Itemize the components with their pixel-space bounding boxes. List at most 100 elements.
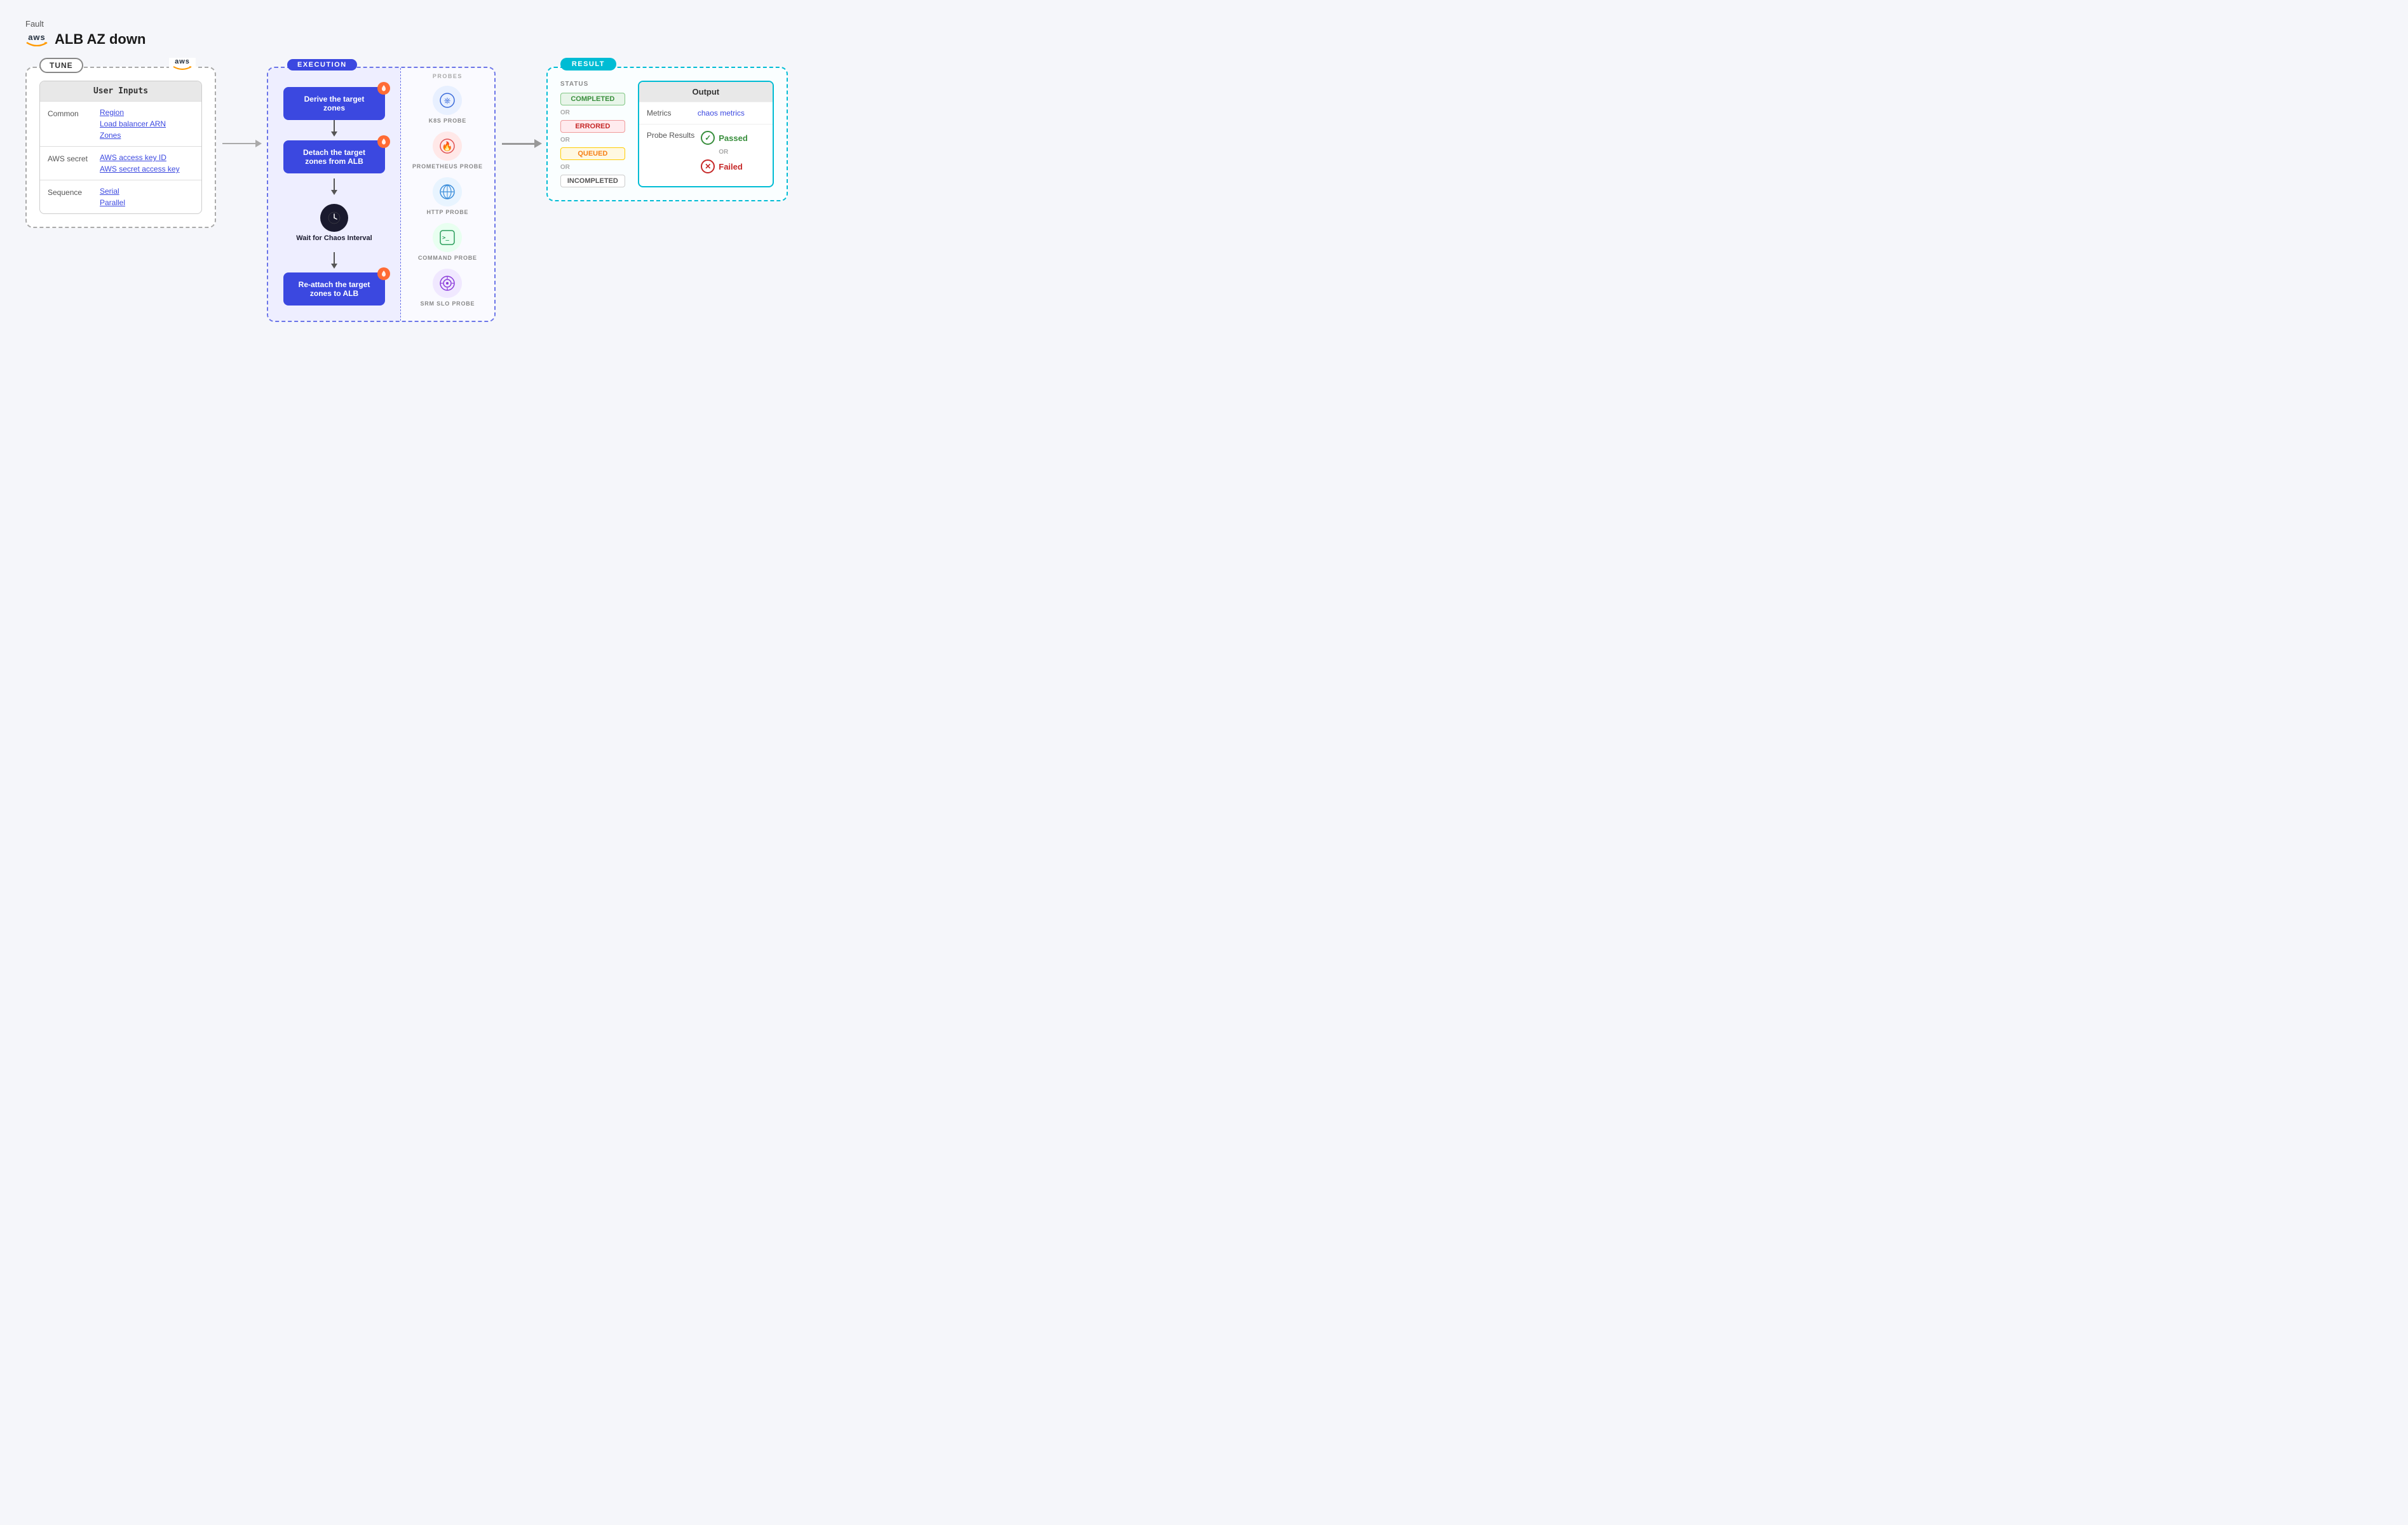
wait-clock-icon (320, 204, 348, 232)
srm-probe-icon (433, 269, 462, 298)
result-section: RESULT STATUS COMPLETED OR ERRORED OR QU… (546, 67, 788, 201)
field-serial[interactable]: Serial (100, 187, 125, 196)
result-output-col: Output Metrics chaos metrics Probe Resul… (638, 81, 774, 187)
result-status-col: STATUS COMPLETED OR ERRORED OR QUEUED OR… (560, 81, 625, 187)
field-access-key-id[interactable]: AWS access key ID (100, 153, 180, 162)
fault-label: Fault (25, 19, 2383, 29)
probe-k8s: ⎈ K8S PROBE (429, 86, 466, 124)
wait-step: Wait for Chaos Interval (296, 199, 372, 247)
command-icon: >_ (439, 229, 456, 246)
user-inputs-box: User Inputs Common Region Load balancer … (39, 81, 202, 214)
status-incompleted: INCOMPLETED (560, 175, 625, 187)
result-badge: RESULT (560, 58, 616, 71)
probes-section: PROBES ⎈ K8S PROBE (400, 68, 494, 321)
aws-secret-fields: AWS access key ID AWS secret access key (100, 153, 180, 173)
field-zones[interactable]: Zones (100, 131, 166, 140)
common-label: Common (48, 108, 92, 140)
probe-results-label: Probe Results (647, 131, 694, 140)
prometheus-probe-icon: 🔥 (433, 131, 462, 161)
tune-badge: TUNE (39, 58, 83, 73)
exec-step-detach-icon (377, 135, 390, 148)
probe-or: OR (701, 149, 748, 156)
output-metrics-row: Metrics chaos metrics (639, 102, 773, 124)
diagram: TUNE aws User Inputs Common Region Load … (25, 67, 2383, 322)
field-secret-access-key[interactable]: AWS secret access key (100, 165, 180, 173)
flame-icon (380, 84, 388, 92)
aws-text: aws (28, 33, 46, 41)
sequence-fields: Serial Parallel (100, 187, 125, 207)
execution-probes-inner: Derive the target zones Detach the targe… (268, 68, 494, 321)
probe-results-col: ✓ Passed OR ✕ Failed (701, 131, 748, 173)
svg-text:⎈: ⎈ (444, 95, 451, 105)
probe-failed-label: Failed (719, 162, 743, 171)
aws-logo: aws (25, 33, 48, 46)
tune-aws-smile (173, 65, 192, 70)
arrow-to-result (496, 143, 546, 145)
command-probe-label: COMMAND PROBE (418, 255, 477, 261)
svg-text:>_: >_ (442, 235, 449, 241)
execution-steps: Derive the target zones Detach the targe… (268, 68, 400, 321)
probe-srm-slo: SRM SLO PROBE (420, 269, 475, 307)
svg-text:🔥: 🔥 (442, 141, 453, 152)
field-load-balancer-arn[interactable]: Load balancer ARN (100, 119, 166, 128)
kubernetes-icon: ⎈ (439, 92, 456, 109)
srm-icon (439, 275, 456, 292)
common-fields: Region Load balancer ARN Zones (100, 108, 166, 140)
aws-secret-label: AWS secret (48, 153, 92, 173)
user-inputs-header: User Inputs (40, 81, 201, 101)
k8s-probe-label: K8S PROBE (429, 118, 466, 124)
output-probe-results-row: Probe Results ✓ Passed OR ✕ Failed (639, 124, 773, 180)
input-group-sequence: Sequence Serial Parallel (40, 180, 201, 213)
exec-step-derive: Derive the target zones (283, 87, 385, 120)
output-header: Output (639, 82, 773, 102)
metrics-value[interactable]: chaos metrics (698, 109, 745, 118)
x-icon: ✕ (701, 159, 715, 173)
http-probe-icon (433, 177, 462, 206)
big-arrow-line (502, 143, 540, 145)
http-probe-label: HTTP PROBE (426, 209, 468, 215)
exec-step-detach-label: Detach the target zones from ALB (303, 148, 365, 166)
status-queued: QUEUED (560, 147, 625, 160)
arrow-wait-to-step3 (334, 252, 335, 267)
wait-label: Wait for Chaos Interval (296, 234, 372, 242)
srm-probe-label: SRM SLO PROBE (420, 300, 475, 307)
probe-passed-item: ✓ Passed (701, 131, 748, 145)
status-errored: ERRORED (560, 120, 625, 133)
tune-aws-logo: aws (169, 58, 196, 70)
execution-probes-wrapper: EXECUTION Derive the target zones (267, 67, 496, 322)
prometheus-probe-label: PROMETHEUS PROBE (412, 163, 483, 170)
probes-label: PROBES (433, 73, 463, 79)
page-header: Fault aws ALB AZ down (25, 19, 2383, 48)
probe-command: >_ COMMAND PROBE (418, 223, 477, 261)
probe-prometheus: 🔥 PROMETHEUS PROBE (412, 131, 483, 170)
exec-step-derive-icon (377, 82, 390, 95)
probe-http: HTTP PROBE (426, 177, 468, 215)
tune-section: TUNE aws User Inputs Common Region Load … (25, 67, 216, 228)
clock-icon (327, 210, 342, 225)
http-icon (439, 184, 456, 200)
field-region[interactable]: Region (100, 108, 166, 117)
exec-step-reattach: Re-attach the target zones to ALB (283, 272, 385, 306)
tune-aws-text: aws (175, 58, 190, 65)
probe-passed-label: Passed (719, 133, 748, 143)
exec-step-detach: Detach the target zones from ALB (283, 140, 385, 173)
execution-badge: EXECUTION (287, 59, 357, 71)
check-icon: ✓ (701, 131, 715, 145)
flame-icon-2 (380, 138, 388, 145)
arrow-tune-to-execution (216, 143, 267, 144)
prometheus-icon: 🔥 (439, 138, 456, 154)
metrics-label: Metrics (647, 109, 691, 118)
input-group-aws-secret: AWS secret AWS access key ID AWS secret … (40, 146, 201, 180)
field-parallel[interactable]: Parallel (100, 198, 125, 207)
or-3: OR (560, 164, 625, 171)
flame-icon-3 (380, 270, 388, 278)
input-group-common: Common Region Load balancer ARN Zones (40, 101, 201, 146)
probe-failed-item: ✕ Failed (701, 159, 748, 173)
command-probe-icon: >_ (433, 223, 462, 252)
exec-step-reattach-icon (377, 267, 390, 280)
arrow-step1-to-step2 (334, 120, 335, 135)
or-1: OR (560, 109, 625, 116)
exec-step-reattach-label: Re-attach the target zones to ALB (299, 280, 370, 298)
exec-step-derive-label: Derive the target zones (304, 95, 365, 112)
or-2: OR (560, 137, 625, 144)
